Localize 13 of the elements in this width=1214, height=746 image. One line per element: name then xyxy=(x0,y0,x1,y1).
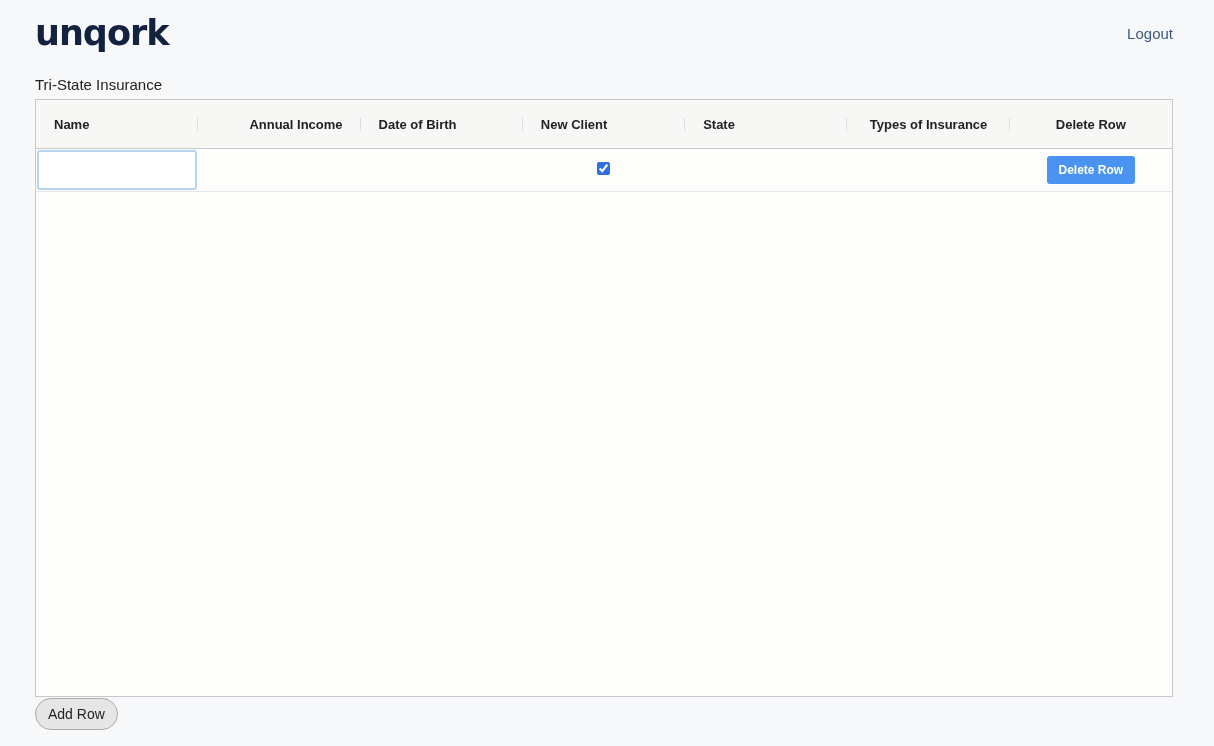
column-header: State xyxy=(703,116,736,132)
new-client-checkbox[interactable] xyxy=(597,161,611,175)
grid-title: Tri-State Insurance xyxy=(35,76,163,93)
column-header: Types of Insurance xyxy=(868,116,989,132)
name-input-field[interactable] xyxy=(37,150,198,190)
column-header: Name xyxy=(54,116,91,132)
add-row-button[interactable]: Add Row xyxy=(35,698,118,730)
column-header: Delete Row xyxy=(1054,116,1127,132)
column-header: Annual Income xyxy=(248,116,343,132)
column-header: New Client xyxy=(540,116,609,132)
column-header: Date of Birth xyxy=(378,116,458,132)
logout-link[interactable]: Logout xyxy=(1127,24,1173,42)
logo: unqork xyxy=(35,15,169,51)
